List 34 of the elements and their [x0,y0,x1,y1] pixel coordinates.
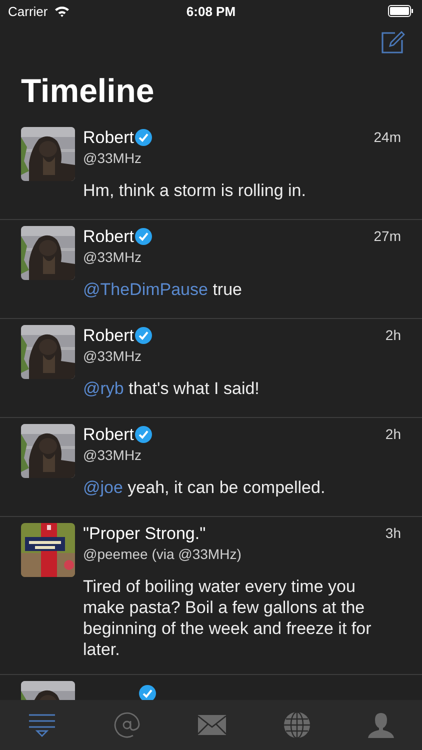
page-title: Timeline [21,71,156,111]
post-time: 24m [374,128,401,145]
author-handle: @33MHz [83,446,143,464]
post-time: 2h [385,424,401,442]
author-name: "Proper Strong." [83,522,206,545]
post-time: 27m [374,226,401,244]
author-name: Robert [83,324,134,347]
post-text: @joe yeah, it can be compelled. [83,476,326,498]
author-name: Robert [83,424,134,446]
menu-lines-icon [28,712,56,738]
post-text: @ryb that's what I said! [83,378,260,399]
person-icon [368,712,394,738]
author-handle: @33MHz [83,248,143,266]
at-sign-icon [113,711,142,739]
envelope-icon [198,715,226,735]
wifi-icon [54,5,70,17]
author-handle: @33MHz [83,148,143,167]
battery-icon [388,5,414,17]
globe-icon [282,711,311,739]
post-time: 2h [385,326,401,343]
author-name: Robert [83,226,134,248]
clock: 6:08 PM [186,4,236,18]
carrier-label: Carrier [8,4,48,18]
author-name: Robert [83,126,134,149]
post-text: Tired of boiling water every time you make pasta? Boil a few gallons at the beginning of the week and freeze it for later. [83,576,372,660]
compose-button[interactable] [381,30,405,54]
post-text: @TheDimPause true [83,278,243,300]
mention-link[interactable]: @TheDimPause [83,280,208,299]
author-handle: @33MHz [83,346,143,365]
mention-link[interactable]: @joe [83,478,123,497]
mention-link[interactable]: @ryb [83,378,124,398]
post-text: Hm, think a storm is rolling in. [83,180,307,201]
post-time: 3h [385,524,401,541]
author-handle: @peemee (via @33MHz) [83,544,242,563]
